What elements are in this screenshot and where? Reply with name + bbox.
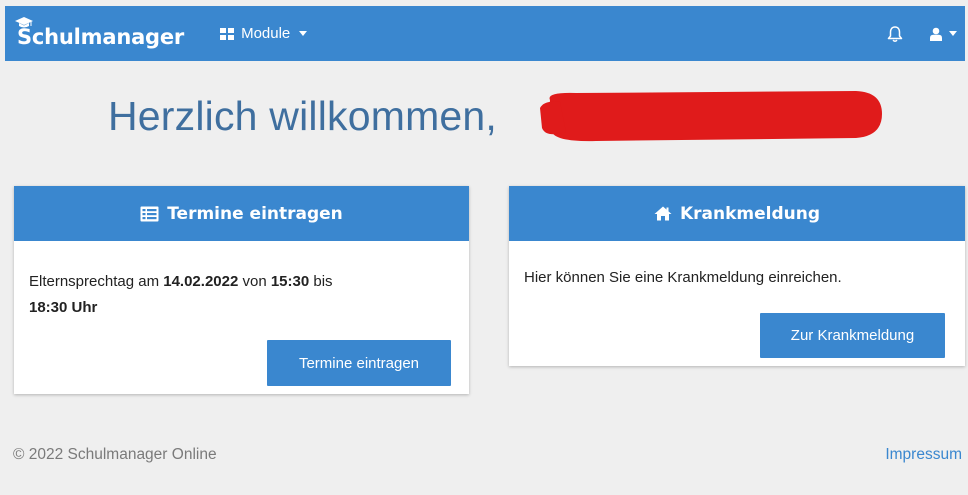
graduation-cap-icon	[15, 16, 33, 27]
page-title: Herzlich willkommen,	[108, 93, 498, 139]
copyright-text: © 2022 Schulmanager Online	[13, 446, 217, 463]
card-title: Termine eintragen	[167, 203, 343, 224]
enter-appointments-button[interactable]: Termine eintragen	[267, 340, 451, 386]
appointment-start: 15:30	[270, 273, 310, 290]
sick-note-text: Hier können Sie eine Krankmeldung einrei…	[524, 269, 842, 286]
sick-note-button[interactable]: Zur Krankmeldung	[760, 313, 945, 358]
card-header: Krankmeldung	[509, 186, 965, 241]
redacted-name	[540, 91, 882, 142]
impressum-link[interactable]: Impressum	[885, 446, 962, 464]
user-menu-dropdown[interactable]	[930, 27, 957, 41]
card-title: Krankmeldung	[679, 203, 821, 224]
brand-name: Schulmanager	[17, 24, 185, 49]
modules-dropdown[interactable]: Module	[220, 25, 308, 42]
appointment-date: 14.02.2022	[163, 273, 239, 290]
notifications-button[interactable]	[886, 25, 904, 43]
modules-label: Module	[241, 25, 291, 42]
card-header: Termine eintragen	[14, 186, 469, 241]
appointments-card: Termine eintragen Elternsprechtag am 14.…	[14, 186, 469, 394]
user-icon	[930, 27, 942, 41]
top-navbar: Schulmanager Module	[5, 6, 965, 61]
grid-icon	[220, 27, 235, 40]
bell-icon	[887, 25, 903, 42]
appointment-text: Elternsprechtag am 14.02.2022 von 15:30 …	[29, 273, 333, 316]
list-icon	[140, 206, 159, 221]
sick-note-card: Krankmeldung Hier können Sie eine Krankm…	[509, 186, 965, 366]
home-icon	[654, 206, 672, 221]
appointment-end: 18:30 Uhr	[29, 299, 98, 316]
chevron-down-icon	[949, 31, 957, 36]
brand-logo[interactable]: Schulmanager	[15, 16, 185, 49]
chevron-down-icon	[299, 31, 308, 36]
